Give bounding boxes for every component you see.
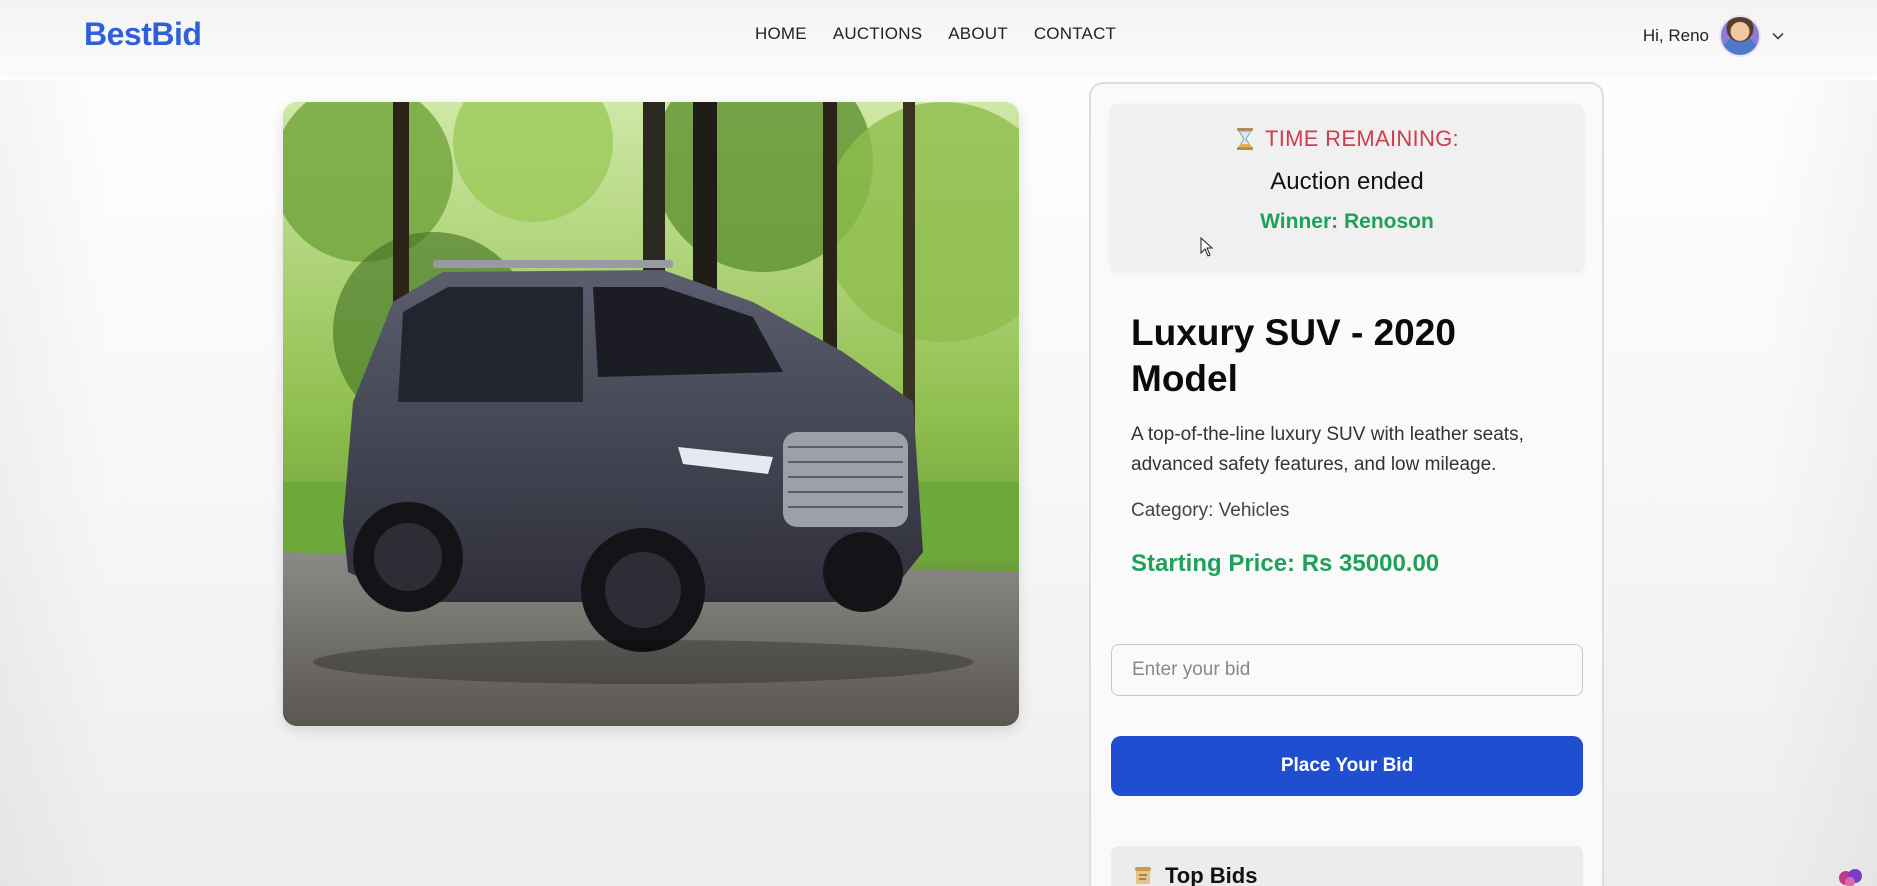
hourglass-icon (1237, 128, 1254, 150)
product-image (283, 102, 1019, 726)
nav-auctions-link[interactable]: AUCTIONS (833, 24, 922, 44)
brand-logo[interactable]: BestBid (84, 16, 202, 53)
scroll-icon (1135, 867, 1151, 884)
top-bids-label: Top Bids (1165, 863, 1258, 886)
user-menu[interactable]: Hi, Reno (1643, 14, 1785, 58)
product-category: Category: Vehicles (1131, 500, 1290, 521)
starting-price: Starting Price: Rs 35000.00 (1131, 550, 1440, 577)
user-greeting: Hi, Reno (1642, 26, 1709, 45)
nav-links: HOME AUCTIONS ABOUT CONTACT (755, 24, 1116, 44)
timer-title-label: TIME REMAINING: (1265, 126, 1459, 151)
top-bids-header: Top Bids (1111, 846, 1583, 886)
product-description: A top-of-the-line luxury SUV with leathe… (1131, 424, 1524, 475)
timer-title: TIME REMAINING: (1111, 126, 1583, 152)
product-title: Luxury SUV - 2020 Model (1131, 312, 1456, 399)
nav-home-link[interactable]: HOME (755, 24, 807, 44)
chevron-down-icon[interactable] (1771, 29, 1785, 43)
timer-box: TIME REMAINING: Auction ended Winner: Re… (1111, 104, 1583, 270)
suv-photo (283, 102, 1019, 726)
auction-panel: TIME REMAINING: Auction ended Winner: Re… (1089, 82, 1604, 886)
nav-contact-link[interactable]: CONTACT (1034, 24, 1116, 44)
avatar[interactable] (1719, 15, 1761, 57)
bid-input[interactable] (1111, 644, 1583, 696)
nav-about-link[interactable]: ABOUT (948, 24, 1008, 44)
extension-icon[interactable] (1836, 866, 1866, 886)
mouse-cursor-icon (1200, 237, 1214, 257)
background-shade-left (0, 80, 110, 886)
place-bid-button[interactable]: Place Your Bid (1111, 736, 1583, 796)
background-shade-right (1767, 80, 1877, 886)
navbar: BestBid HOME AUCTIONS ABOUT CONTACT Hi, … (0, 0, 1877, 72)
auction-status: Auction ended (1270, 168, 1424, 195)
winner-label: Winner: Renoson (1260, 210, 1434, 233)
